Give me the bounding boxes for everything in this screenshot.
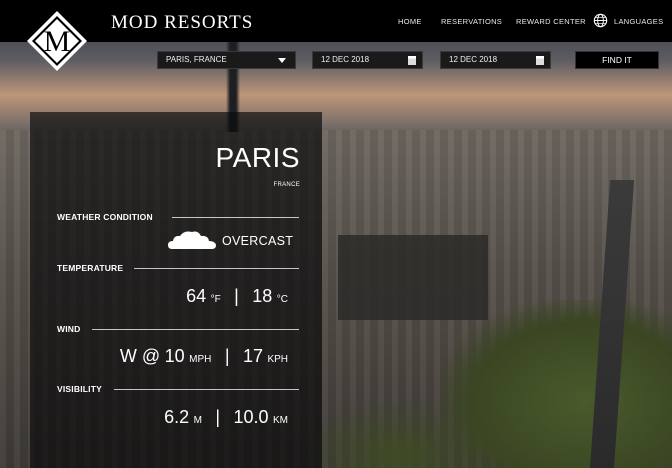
- wind-mph: 10: [164, 346, 185, 366]
- visibility-label: VISIBILITY: [57, 384, 102, 394]
- separator: |: [234, 286, 239, 306]
- visibility-value: 6.2 M | 10.0 KM: [164, 407, 288, 428]
- weather-panel: PARIS FRANCE WEATHER CONDITION OVERCAST …: [30, 112, 322, 468]
- wind-kph-unit: KPH: [267, 354, 288, 365]
- brand-name: MOD RESORTS: [111, 12, 254, 33]
- checkin-value: 12 DEC 2018: [321, 55, 370, 64]
- checkout-date-field[interactable]: 12 DEC 2018: [440, 51, 551, 69]
- diamond-m-logo[interactable]: M: [26, 10, 88, 72]
- calendar-icon[interactable]: [536, 55, 544, 65]
- logo-letter: M: [44, 25, 71, 58]
- destination-select[interactable]: PARIS, FRANCE: [157, 51, 296, 69]
- wind-mph-unit: MPH: [189, 354, 212, 365]
- caret-down-icon: [278, 58, 286, 63]
- wind-kph: 17: [242, 346, 263, 366]
- temperature-value: 64 °F | 18 °C: [186, 286, 288, 307]
- temperature-label: TEMPERATURE: [57, 263, 124, 273]
- nav-reward-center[interactable]: REWARD CENTER: [516, 17, 586, 26]
- checkout-value: 12 DEC 2018: [449, 55, 498, 64]
- wind-label: WIND: [57, 324, 81, 334]
- calendar-icon[interactable]: [408, 55, 416, 65]
- visibility-km-unit: KM: [273, 415, 288, 426]
- wind-value: W @ 10 MPH | 17 KPH: [120, 346, 288, 367]
- visibility-miles: 6.2: [164, 407, 190, 427]
- nav-reservations[interactable]: RESERVATIONS: [441, 17, 502, 26]
- trees: [300, 400, 500, 468]
- cloud-icon: [168, 231, 216, 249]
- nav-home[interactable]: HOME: [398, 17, 422, 26]
- separator: |: [224, 346, 230, 366]
- find-it-button[interactable]: FIND IT: [575, 51, 659, 69]
- weather-condition-value: OVERCAST: [222, 234, 294, 248]
- temp-f-unit: °F: [210, 294, 221, 305]
- divider: [114, 389, 299, 390]
- divider: [92, 329, 299, 330]
- checkin-date-field[interactable]: 12 DEC 2018: [312, 51, 423, 69]
- weather-condition-label: WEATHER CONDITION: [57, 212, 153, 222]
- nav-languages[interactable]: LANGUAGES: [614, 17, 663, 26]
- temp-f: 64: [186, 286, 207, 306]
- globe-icon[interactable]: [593, 13, 608, 28]
- destination-value: PARIS, FRANCE: [166, 55, 227, 64]
- divider: [172, 217, 299, 218]
- temp-c: 18: [252, 286, 273, 306]
- city-name: PARIS: [215, 142, 300, 173]
- temp-c-unit: °C: [276, 294, 288, 305]
- visibility-miles-unit: M: [193, 415, 202, 426]
- wind-direction: W @: [119, 346, 161, 366]
- visibility-km: 10.0: [233, 407, 269, 427]
- separator: |: [215, 407, 221, 427]
- country-name: FRANCE: [273, 182, 300, 188]
- top-header: MOD RESORTS HOME RESERVATIONS REWARD CEN…: [0, 0, 672, 42]
- divider: [134, 268, 299, 269]
